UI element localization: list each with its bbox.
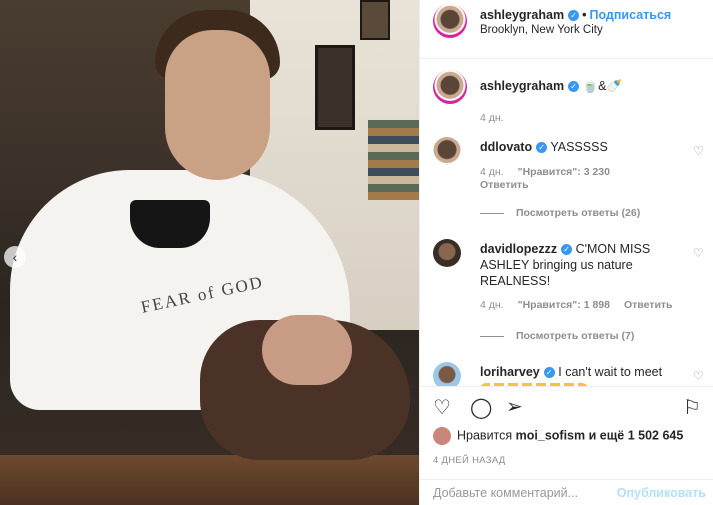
- comment-time[interactable]: 4 дн.: [480, 166, 504, 178]
- photo-books: [368, 120, 419, 200]
- comment-meta: 4 дн. "Нравится": 3 230: [480, 166, 610, 178]
- photo-head: [165, 30, 270, 180]
- likes-summary[interactable]: Нравится moi_sofism и ещё 1 502 645: [433, 427, 683, 445]
- reply-button[interactable]: Ответить: [624, 299, 673, 311]
- publish-button[interactable]: Опубликовать: [617, 486, 706, 500]
- comment-text: I can't wait to meet: [558, 365, 663, 379]
- caption-text: 🍵&🍼: [582, 79, 623, 93]
- comment-item: davidlopezzz ✓ C'MON MISS ASHLEY bringing…: [433, 239, 705, 339]
- caption-time[interactable]: 4 дн.: [480, 112, 504, 124]
- comment-likes[interactable]: "Нравится": 3 230: [518, 166, 610, 178]
- view-replies-button[interactable]: Посмотреть ответы (7): [480, 330, 634, 342]
- heart-icon[interactable]: ♡: [693, 247, 705, 259]
- post-sidebar: ashleygraham ✓ • Подписаться Brooklyn, New …: [419, 0, 713, 505]
- share-icon[interactable]: ➢: [506, 396, 523, 418]
- avatar[interactable]: [433, 362, 461, 386]
- post-date[interactable]: 4 ДНЕЙ НАЗАД: [433, 455, 506, 466]
- avatar[interactable]: [433, 4, 467, 38]
- caption: ashleygraham ✓ 🍵&🍼 4 дн.: [433, 70, 703, 130]
- post-photo[interactable]: FEAR of GOD ‹: [0, 0, 419, 505]
- comment-item: ddlovato ✓ YASSSSS 4 дн. "Нравится": 3 230…: [433, 137, 705, 217]
- carousel-prev-icon[interactable]: ‹: [4, 246, 26, 268]
- comment-body: ddlovato ✓ YASSSSS: [480, 139, 690, 155]
- follow-button[interactable]: Подписаться: [589, 8, 671, 22]
- add-comment-bar: Опубликовать: [420, 479, 713, 505]
- comment-time[interactable]: 4 дн.: [480, 299, 504, 311]
- heart-icon[interactable]: ♡: [693, 145, 705, 157]
- comment-likes[interactable]: "Нравится": 1 898: [518, 299, 610, 311]
- heart-icon[interactable]: ♡: [693, 370, 705, 382]
- photo-cup: [130, 200, 210, 248]
- likes-prefix: Нравится: [457, 428, 513, 443]
- comment-username[interactable]: loriharvey: [480, 365, 540, 379]
- verified-icon: ✓: [561, 244, 573, 256]
- avatar[interactable]: [433, 239, 461, 267]
- post-location[interactable]: Brooklyn, New York City: [480, 24, 603, 36]
- comment-body: davidlopezzz ✓ C'MON MISS ASHLEY bringing…: [480, 241, 690, 289]
- photo-frame: [315, 45, 355, 130]
- photo-table: [0, 455, 419, 505]
- bookmark-icon[interactable]: ⚐: [683, 397, 701, 419]
- caption-username[interactable]: ashleygraham: [480, 79, 564, 93]
- header-username[interactable]: ashleygraham: [480, 8, 564, 22]
- like-heart-icon[interactable]: ♡: [433, 397, 451, 419]
- verified-icon: ✓: [543, 367, 555, 379]
- post-header: ashleygraham ✓ • Подписаться Brooklyn, New …: [420, 0, 713, 59]
- comment-username[interactable]: ddlovato: [480, 140, 532, 154]
- comment-body: loriharvey ✓ I can't wait to meet: [480, 364, 690, 386]
- comment-item: loriharvey ✓ I can't wait to meet ♡: [433, 362, 705, 386]
- reply-button[interactable]: Ответить: [480, 179, 529, 191]
- comment-text: YASSSSS: [550, 140, 608, 154]
- avatar[interactable]: [433, 137, 461, 165]
- likes-user[interactable]: moi_sofism: [516, 428, 585, 442]
- post-actions: ♡ ◯ ➢ ⚐ Нравится moi_sofism и ещё 1 502 …: [420, 386, 713, 505]
- comment-input[interactable]: [433, 486, 613, 500]
- separator-dot: •: [582, 8, 587, 22]
- verified-icon: ✓: [536, 142, 548, 154]
- view-replies-button[interactable]: Посмотреть ответы (26): [480, 207, 640, 219]
- comment-meta: 4 дн. "Нравится": 1 898 Ответить: [480, 299, 673, 311]
- header-username-row: ashleygraham ✓ • Подписаться: [480, 8, 671, 22]
- avatar[interactable]: [433, 70, 467, 104]
- caption-body: ashleygraham ✓ 🍵&🍼: [480, 78, 690, 94]
- comment-icon[interactable]: ◯: [470, 397, 492, 419]
- verified-icon: ✓: [568, 10, 580, 22]
- likes-count[interactable]: и ещё 1 502 645: [589, 428, 684, 442]
- comments-list[interactable]: ashleygraham ✓ 🍵&🍼 4 дн. ddlovato ✓ YASSSS…: [420, 60, 713, 386]
- verified-icon: ✓: [568, 81, 580, 93]
- comment-username[interactable]: davidlopezzz: [480, 242, 557, 256]
- photo-frame: [360, 0, 390, 40]
- avatar: [433, 427, 451, 445]
- photo-baby-head: [262, 315, 352, 385]
